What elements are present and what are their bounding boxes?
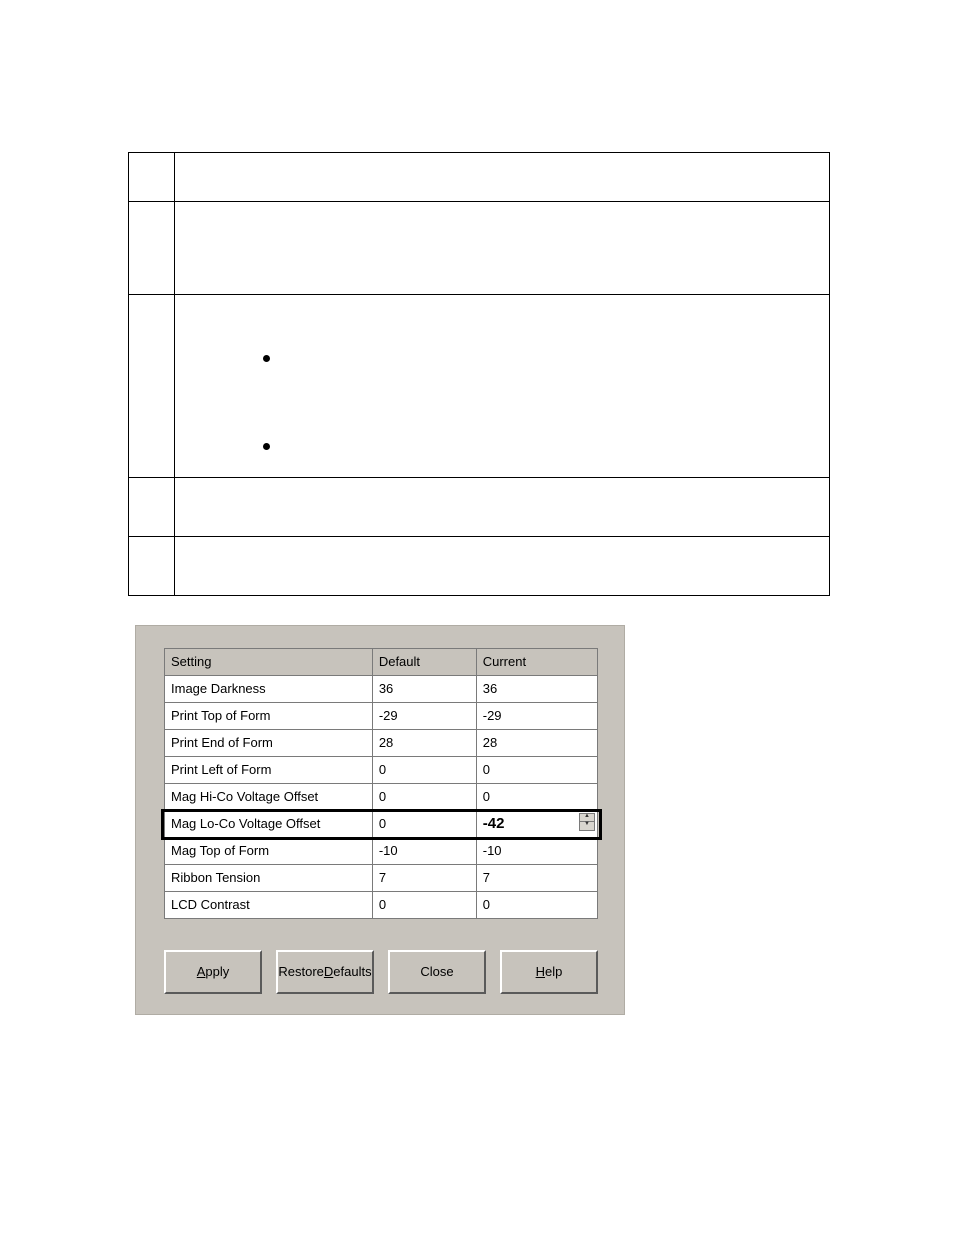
default-cell: 28 xyxy=(372,730,476,757)
default-cell: 0 xyxy=(372,811,476,838)
table-row[interactable]: Print Top of Form-29-29 xyxy=(165,703,598,730)
current-cell: 36 xyxy=(476,676,597,703)
body-cell xyxy=(175,202,829,294)
apply-button[interactable]: Apply xyxy=(164,950,262,994)
step-cell xyxy=(129,295,175,477)
table-row xyxy=(129,477,829,536)
step-cell xyxy=(129,202,175,294)
settings-panel: Setting Default Current Image Darkness36… xyxy=(135,625,625,1015)
table-row[interactable]: Mag Top of Form-10-10 xyxy=(165,838,598,865)
table-row xyxy=(129,294,829,477)
table-row[interactable]: Ribbon Tension77 xyxy=(165,865,598,892)
table-row[interactable]: Print Left of Form00 xyxy=(165,757,598,784)
bullet-icon xyxy=(263,355,270,362)
table-header-row: Setting Default Current xyxy=(165,649,598,676)
table-row xyxy=(129,201,829,294)
current-value: -10 xyxy=(483,841,502,861)
page: Setting Default Current Image Darkness36… xyxy=(0,0,954,1235)
button-row: Apply RestoreDefaults Close Help xyxy=(164,950,598,994)
table-row[interactable]: Print End of Form2828 xyxy=(165,730,598,757)
setting-cell: Image Darkness xyxy=(165,676,373,703)
setting-cell: LCD Contrast xyxy=(165,892,373,919)
current-value: 0 xyxy=(483,760,490,780)
setting-cell: Mag Top of Form xyxy=(165,838,373,865)
current-cell: -29 xyxy=(476,703,597,730)
current-value: 0 xyxy=(483,895,490,915)
close-button[interactable]: Close xyxy=(388,950,486,994)
value-stepper[interactable]: ▲▼ xyxy=(579,813,595,831)
current-cell: 28 xyxy=(476,730,597,757)
default-cell: 0 xyxy=(372,784,476,811)
setting-cell: Print Left of Form xyxy=(165,757,373,784)
current-value: -42 xyxy=(483,814,505,834)
current-value: 7 xyxy=(483,868,490,888)
current-cell: -10 xyxy=(476,838,597,865)
current-value: 0 xyxy=(483,787,490,807)
step-cell xyxy=(129,478,175,536)
setting-cell: Print End of Form xyxy=(165,730,373,757)
col-default: Default xyxy=(372,649,476,676)
current-cell[interactable]: -42 ▲▼ xyxy=(476,811,597,838)
current-cell: 0 xyxy=(476,892,597,919)
col-current: Current xyxy=(476,649,597,676)
setting-cell: Print Top of Form xyxy=(165,703,373,730)
table-row[interactable]: LCD Contrast00 xyxy=(165,892,598,919)
table-row xyxy=(129,536,829,595)
default-cell: 36 xyxy=(372,676,476,703)
default-cell: 0 xyxy=(372,892,476,919)
bullet-icon xyxy=(263,443,270,450)
current-value: 36 xyxy=(483,679,497,699)
body-cell xyxy=(175,295,829,477)
current-cell: 7 xyxy=(476,865,597,892)
help-button[interactable]: Help xyxy=(500,950,598,994)
default-cell: -29 xyxy=(372,703,476,730)
table-row[interactable]: Image Darkness3636 xyxy=(165,676,598,703)
setting-cell: Mag Lo-Co Voltage Offset xyxy=(165,811,373,838)
step-cell xyxy=(129,153,175,201)
body-cell xyxy=(175,153,829,201)
table-row xyxy=(129,153,829,201)
current-value: 28 xyxy=(483,733,497,753)
body-cell xyxy=(175,478,829,536)
step-cell xyxy=(129,537,175,595)
restore-defaults-button[interactable]: RestoreDefaults xyxy=(276,950,374,994)
setting-cell: Ribbon Tension xyxy=(165,865,373,892)
current-cell: 0 xyxy=(476,757,597,784)
current-value: -29 xyxy=(483,706,502,726)
instruction-table xyxy=(128,152,830,596)
body-cell xyxy=(175,537,829,595)
default-cell: 7 xyxy=(372,865,476,892)
setting-cell: Mag Hi-Co Voltage Offset xyxy=(165,784,373,811)
col-setting: Setting xyxy=(165,649,373,676)
settings-grid-wrap: Setting Default Current Image Darkness36… xyxy=(164,648,598,919)
default-cell: 0 xyxy=(372,757,476,784)
table-row[interactable]: Mag Lo-Co Voltage Offset0 -42 ▲▼ xyxy=(165,811,598,838)
default-cell: -10 xyxy=(372,838,476,865)
table-row[interactable]: Mag Hi-Co Voltage Offset00 xyxy=(165,784,598,811)
stepper-down-icon[interactable]: ▼ xyxy=(579,822,595,831)
current-cell: 0 xyxy=(476,784,597,811)
settings-grid: Setting Default Current Image Darkness36… xyxy=(164,648,598,919)
